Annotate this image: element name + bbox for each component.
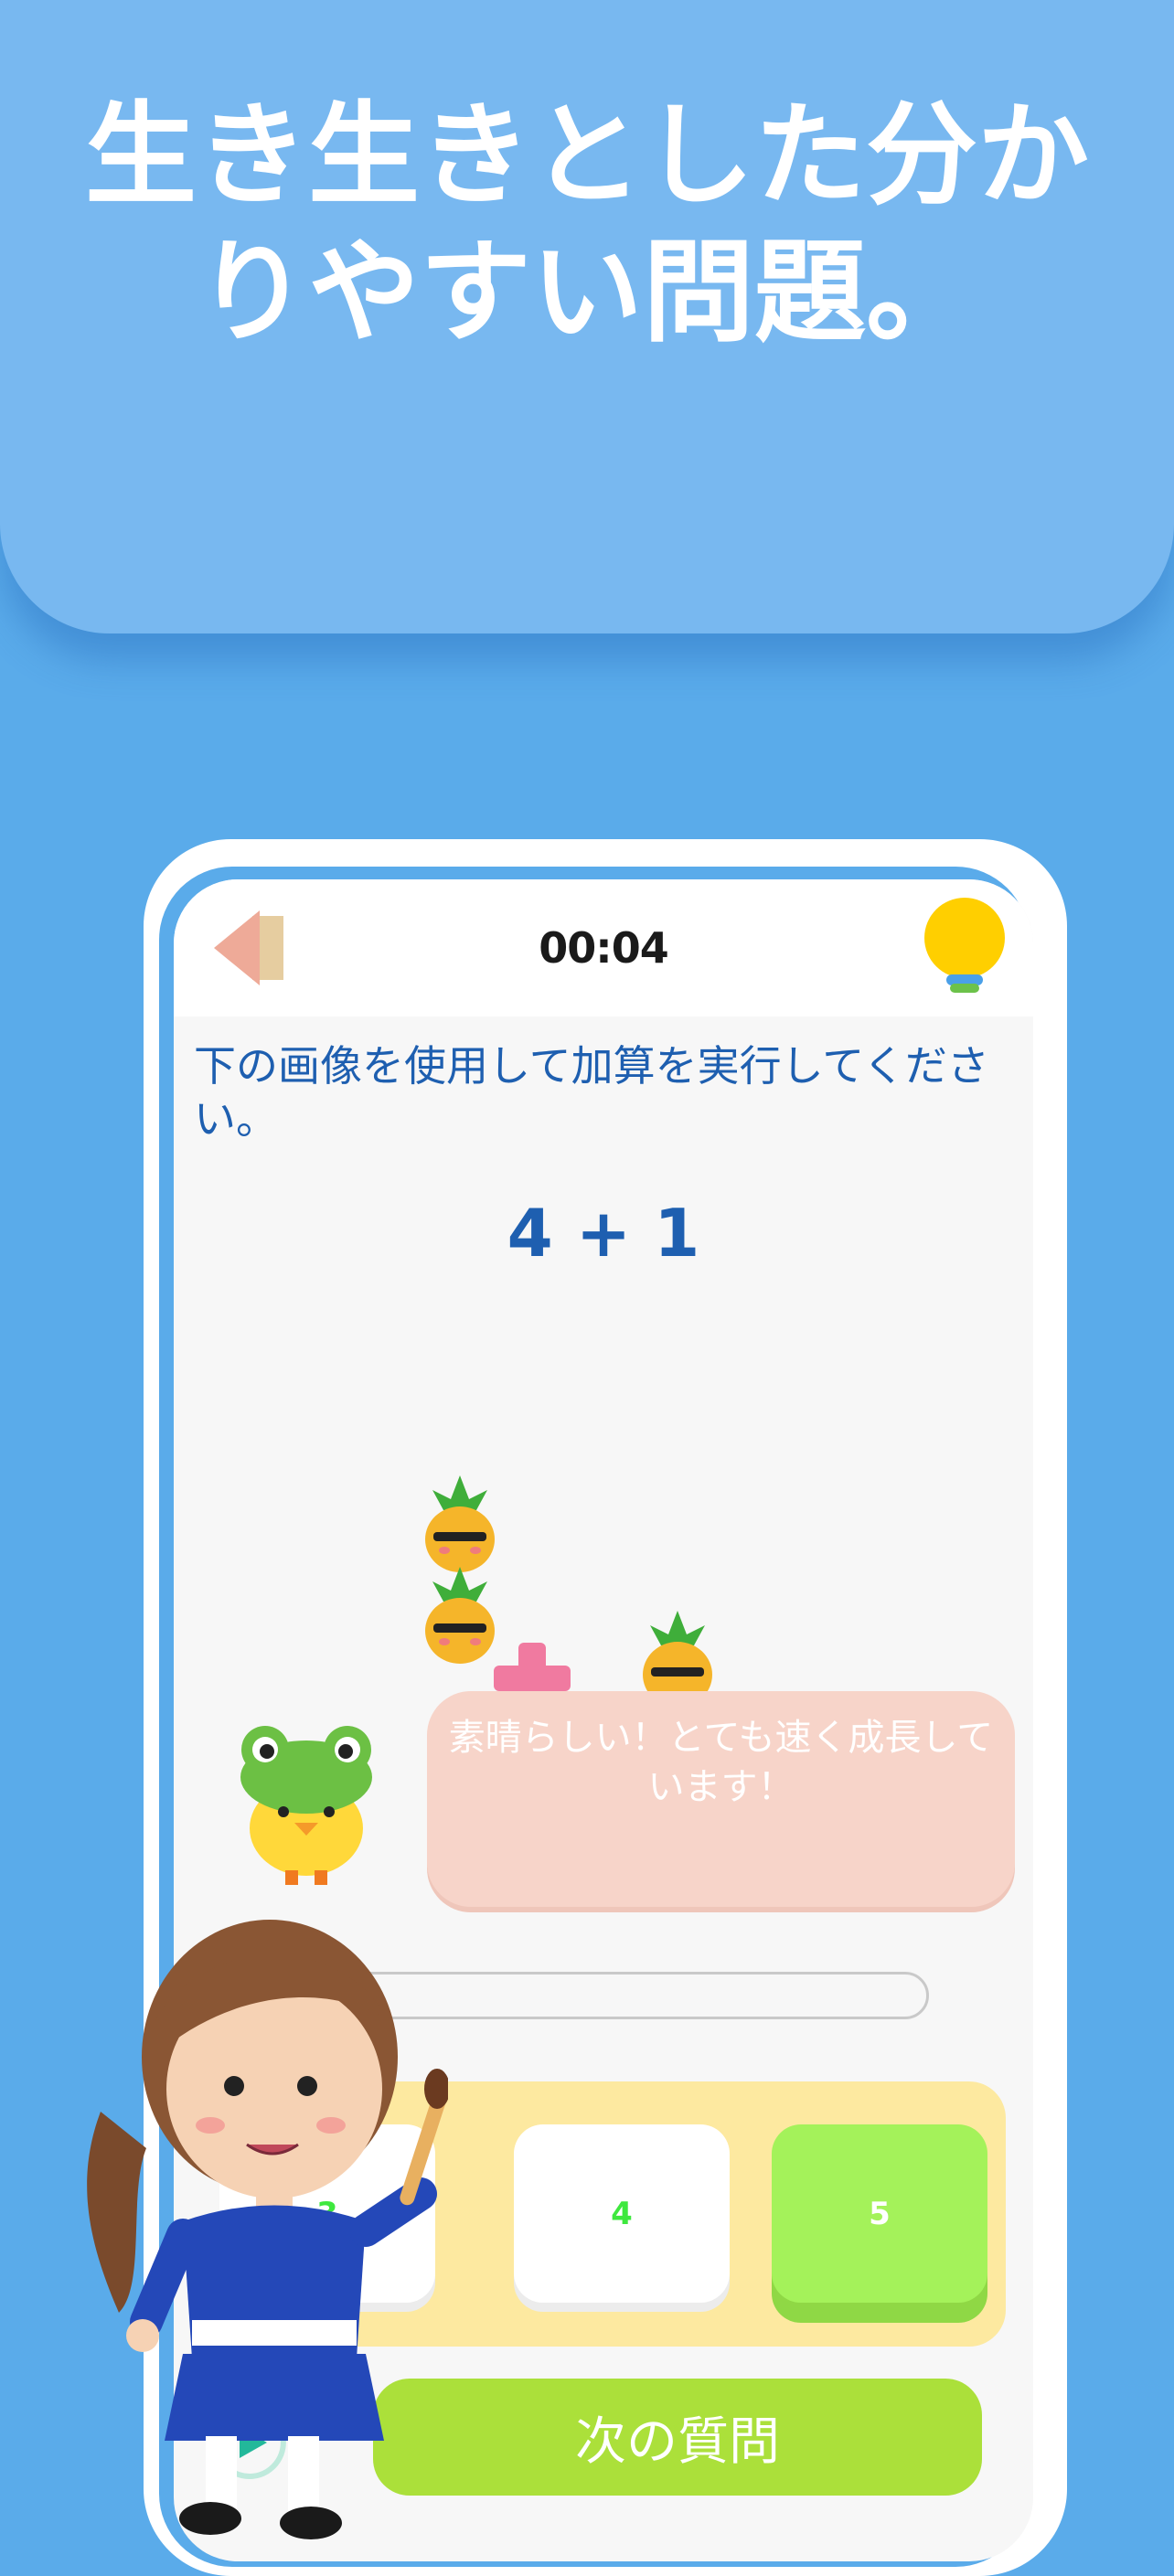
hero-headline: 生き生きとした分か りやすい問題。 <box>55 87 1119 361</box>
frog-hat-chick-mascot <box>240 1726 372 1885</box>
feedback-bubble: 素晴らしい！とても速く成長しています！ <box>427 1691 1015 1907</box>
hero-headline-line1: 生き生きとした分か <box>85 90 1089 220</box>
pineapple-icon <box>425 1567 495 1664</box>
hero-headline-line2: りやすい問題。 <box>197 228 977 357</box>
hero-banner: 生き生きとした分か りやすい問題。 <box>0 0 1174 633</box>
answer-option[interactable]: 4 <box>514 2124 730 2303</box>
girl-character-illustration <box>87 1920 448 2539</box>
next-question-button[interactable]: 次の質問 <box>373 2379 982 2496</box>
answer-option-selected[interactable]: 5 <box>772 2124 987 2303</box>
feedback-message: 素晴らしい！とても速く成長しています！ <box>448 1717 994 1808</box>
pineapple-icon <box>425 1475 495 1572</box>
